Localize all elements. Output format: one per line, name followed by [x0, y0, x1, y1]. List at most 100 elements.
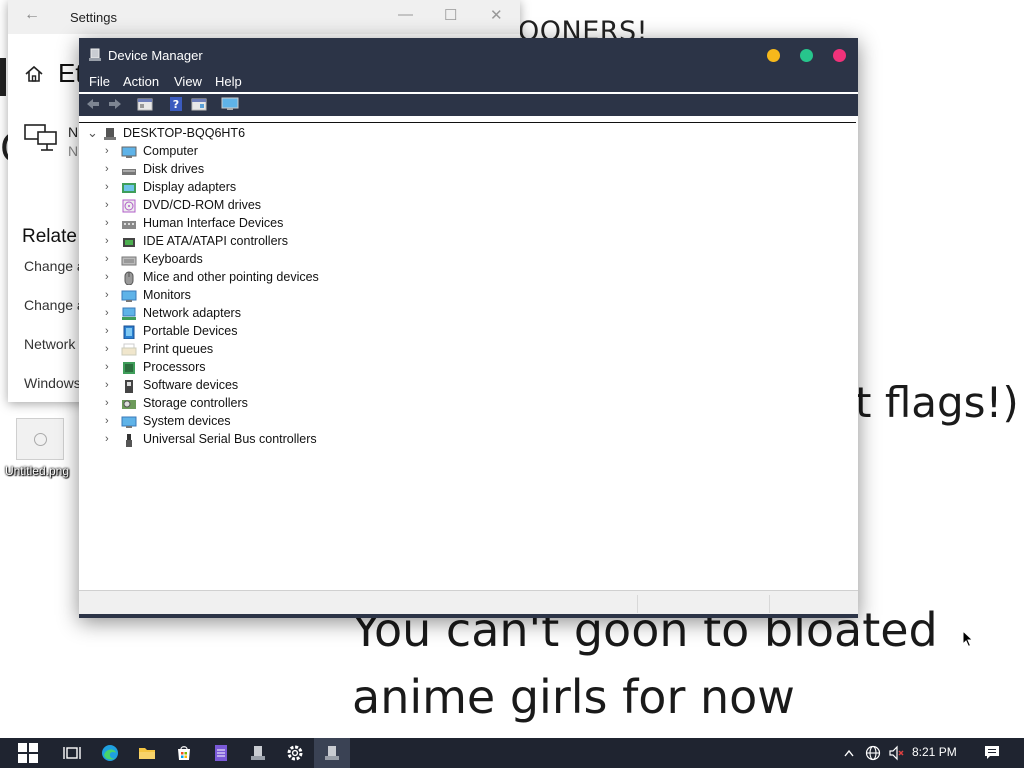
system-device-icon — [121, 415, 137, 429]
chevron-right-icon[interactable]: › — [105, 145, 109, 157]
status-bar — [79, 590, 858, 615]
speaker-muted-icon[interactable] — [886, 738, 908, 768]
chevron-right-icon[interactable]: › — [105, 199, 109, 211]
chevron-right-icon[interactable]: › — [105, 181, 109, 193]
maximize-button[interactable]: ☐ — [444, 6, 457, 24]
tree-item-universal-serial-bus-controllers[interactable]: › Universal Serial Bus controllers — [79, 431, 479, 449]
tree-item-label: Human Interface Devices — [143, 216, 284, 230]
store-icon[interactable] — [166, 738, 202, 768]
related-link-change-sharing[interactable]: Change a — [24, 297, 85, 313]
globe-icon[interactable] — [862, 738, 884, 768]
chevron-right-icon[interactable]: › — [105, 307, 109, 319]
tree-item-label: Mice and other pointing devices — [143, 270, 319, 284]
tree-item-display-adapters[interactable]: › Display adapters — [79, 179, 479, 197]
monitor-icon — [121, 289, 137, 303]
chevron-down-icon[interactable]: ⌄ — [87, 125, 98, 141]
help-icon[interactable]: ? — [169, 97, 183, 114]
chevron-right-icon[interactable]: › — [105, 361, 109, 373]
tree-root[interactable]: ⌄ DESKTOP-BQQ6HT6 — [79, 125, 479, 143]
tree-item-dvd-cd-rom-drives[interactable]: › DVD/CD-ROM drives — [79, 197, 479, 215]
details-icon[interactable] — [191, 97, 207, 114]
chevron-right-icon[interactable]: › — [105, 325, 109, 337]
task-view-icon[interactable] — [54, 738, 90, 768]
chevron-right-icon[interactable]: › — [105, 217, 109, 229]
back-arrow-icon[interactable]: ← — [24, 6, 40, 24]
settings-titlebar[interactable]: ← Settings — ☐ ✕ — [8, 0, 520, 34]
device-manager-icon[interactable] — [240, 738, 276, 768]
monitor-icon[interactable] — [221, 97, 239, 114]
notepad-icon[interactable] — [203, 738, 239, 768]
windows-start-icon[interactable] — [10, 738, 46, 768]
maximize-button[interactable] — [800, 49, 813, 62]
tree-item-software-devices[interactable]: › Software devices — [79, 377, 479, 395]
related-link-windows[interactable]: Windows — [24, 375, 81, 391]
forward-arrow-icon[interactable] — [107, 97, 123, 114]
properties-icon[interactable] — [137, 97, 153, 114]
settings-icon[interactable] — [277, 738, 313, 768]
chevron-up-icon[interactable] — [838, 738, 860, 768]
tree-item-storage-controllers[interactable]: › Storage controllers — [79, 395, 479, 413]
tree-item-keyboards[interactable]: › Keyboards — [79, 251, 479, 269]
desktop-file-icon[interactable]: Untitled.png — [5, 418, 72, 478]
chevron-right-icon[interactable]: › — [105, 343, 109, 355]
close-button[interactable] — [833, 49, 846, 62]
network-name[interactable]: N — [68, 124, 78, 140]
tree-item-processors[interactable]: › Processors — [79, 359, 479, 377]
menu-help[interactable]: Help — [215, 74, 242, 89]
home-icon[interactable] — [24, 64, 44, 90]
image-file-icon — [16, 418, 64, 460]
taskbar: 8:21 PM — [0, 738, 1024, 768]
tree-item-label: Print queues — [143, 342, 214, 356]
tree-item-human-interface-devices[interactable]: › Human Interface Devices — [79, 215, 479, 233]
related-link-change-adapter[interactable]: Change a — [24, 258, 85, 274]
minimize-button[interactable]: — — [398, 6, 413, 23]
tree-item-network-adapters[interactable]: › Network adapters — [79, 305, 479, 323]
wallpaper-bar — [0, 58, 6, 96]
tree-item-mice-and-other-pointing-devices[interactable]: › Mice and other pointing devices — [79, 269, 479, 287]
device-manager-app-icon — [88, 48, 102, 67]
root-computer-name: DESKTOP-BQQ6HT6 — [123, 126, 246, 140]
tree-item-label: Processors — [143, 360, 206, 374]
toolbar: ? — [79, 94, 858, 116]
chevron-right-icon[interactable]: › — [105, 397, 109, 409]
tree-item-system-devices[interactable]: › System devices — [79, 413, 479, 431]
back-arrow-icon[interactable] — [85, 97, 101, 114]
tree-item-ide-ata-atapi-controllers[interactable]: › IDE ATA/ATAPI controllers — [79, 233, 479, 251]
menu-view[interactable]: View — [174, 74, 202, 89]
tree-item-label: Portable Devices — [143, 324, 238, 338]
tree-item-monitors[interactable]: › Monitors — [79, 287, 479, 305]
chevron-right-icon[interactable]: › — [105, 379, 109, 391]
chevron-right-icon[interactable]: › — [105, 235, 109, 247]
desktop-computer-icon — [103, 127, 119, 141]
related-settings-heading: Relate — [22, 226, 77, 247]
chevron-right-icon[interactable]: › — [105, 271, 109, 283]
tree-item-portable-devices[interactable]: › Portable Devices — [79, 323, 479, 341]
chevron-right-icon[interactable]: › — [105, 433, 109, 445]
disk-drive-icon — [121, 163, 137, 177]
chevron-right-icon[interactable]: › — [105, 289, 109, 301]
chevron-right-icon[interactable]: › — [105, 163, 109, 175]
display-adapter-icon — [121, 181, 137, 195]
file-explorer-icon[interactable] — [129, 738, 165, 768]
mouse-icon — [121, 271, 137, 286]
device-manager-active-icon[interactable] — [314, 738, 350, 768]
tree-item-print-queues[interactable]: › Print queues — [79, 341, 479, 359]
menu-action[interactable]: Action — [123, 74, 159, 89]
tree-item-label: Storage controllers — [143, 396, 248, 410]
tree-item-computer[interactable]: › Computer — [79, 143, 479, 161]
notifications-icon[interactable] — [978, 738, 1006, 768]
minimize-button[interactable] — [767, 49, 780, 62]
device-manager-titlebar[interactable]: Device Manager — [79, 38, 858, 72]
tree-item-label: Keyboards — [143, 252, 203, 266]
chevron-right-icon[interactable]: › — [105, 253, 109, 265]
wallpaper-message-line2: anime girls for now — [352, 670, 795, 724]
tree-item-disk-drives[interactable]: › Disk drives — [79, 161, 479, 179]
menu-file[interactable]: File — [89, 74, 110, 89]
chevron-right-icon[interactable]: › — [105, 415, 109, 427]
related-link-network[interactable]: Network — [24, 336, 75, 352]
edge-icon[interactable] — [92, 738, 128, 768]
tree-item-label: Display adapters — [143, 180, 237, 194]
tree-item-label: IDE ATA/ATAPI controllers — [143, 234, 288, 248]
close-button[interactable]: ✕ — [490, 6, 503, 24]
clock[interactable]: 8:21 PM — [912, 745, 957, 759]
